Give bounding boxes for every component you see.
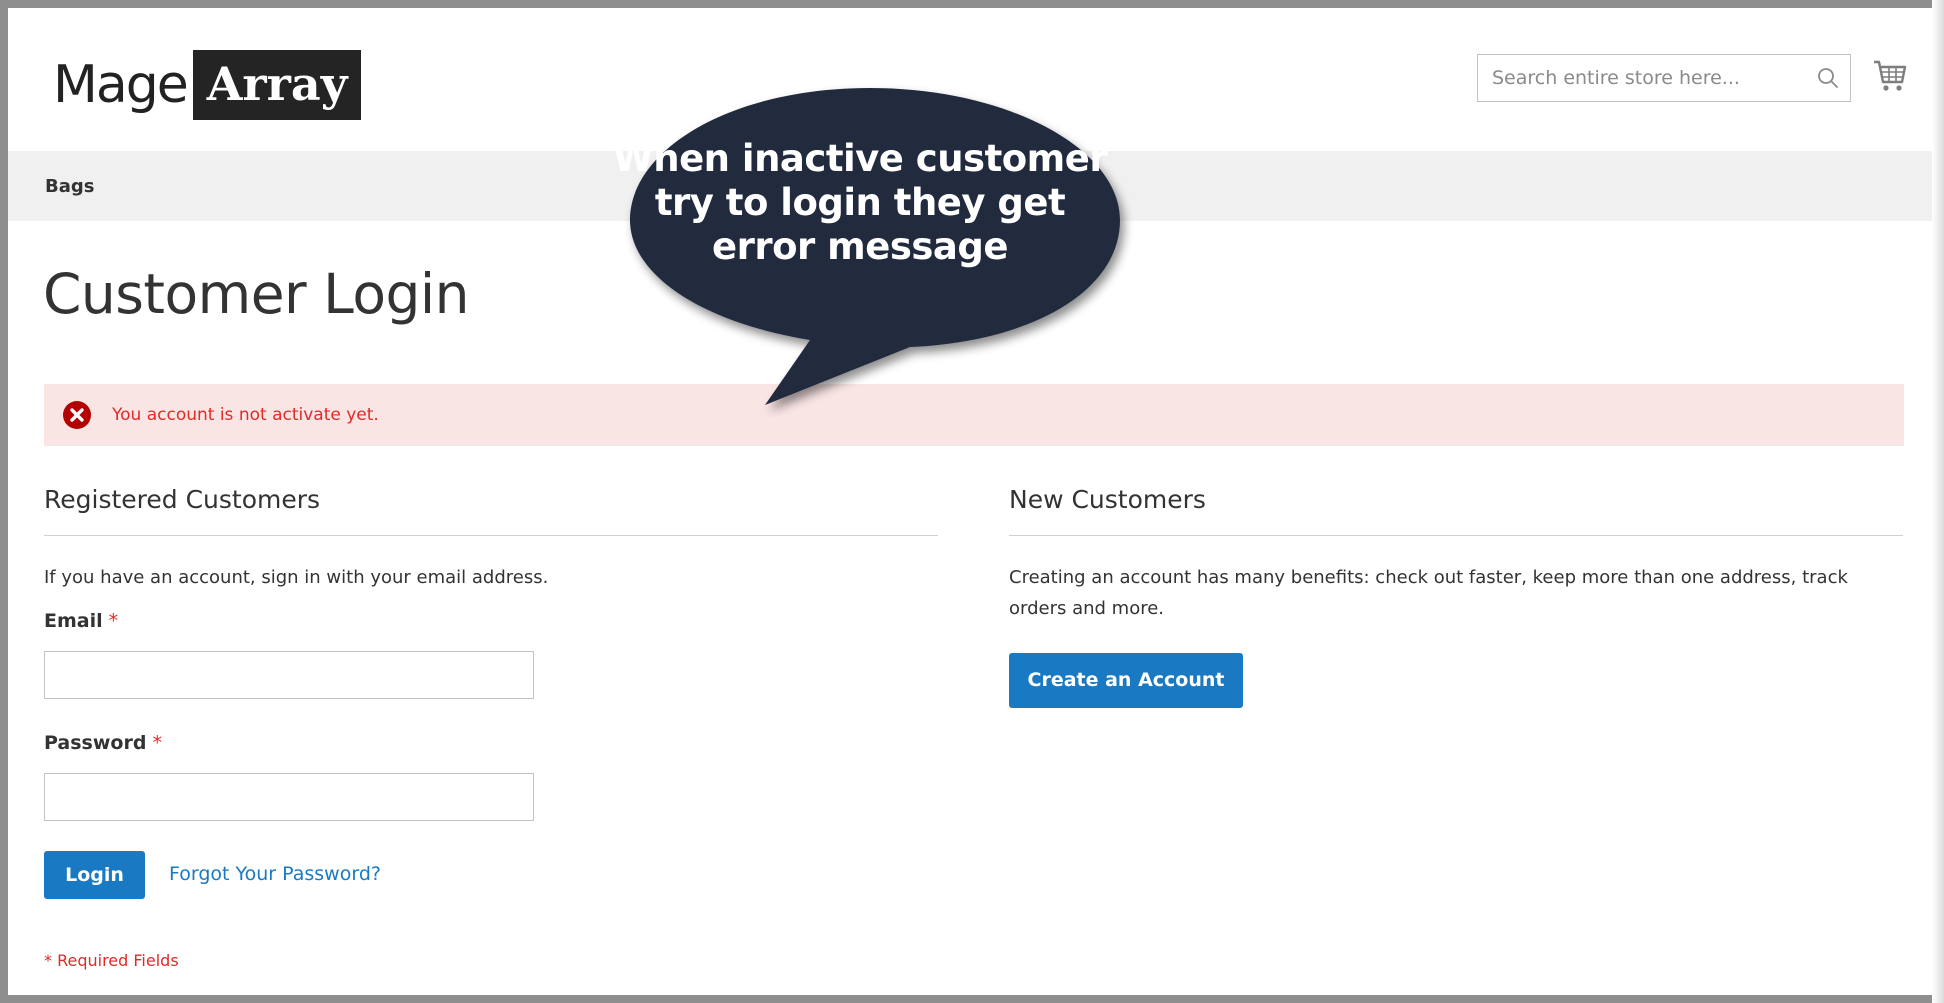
breadcrumb-item-current: Bags — [45, 176, 95, 197]
callout-line-3: error message — [712, 225, 1008, 268]
page-frame: Mage Array Bags Customer Login — [0, 0, 1944, 1003]
login-button[interactable]: Login — [44, 851, 145, 899]
logo-text-mage: Mage — [53, 55, 189, 115]
password-required-marker: * — [152, 732, 162, 754]
registered-customers-title: Registered Customers — [44, 480, 938, 536]
new-customers-title: New Customers — [1009, 480, 1903, 536]
password-label-text: Password — [44, 732, 147, 754]
create-account-button[interactable]: Create an Account — [1009, 653, 1243, 708]
email-required-marker: * — [108, 610, 119, 632]
email-label-text: Email — [44, 610, 103, 632]
error-icon — [62, 400, 92, 430]
callout-text: When inactive customer try to login they… — [600, 137, 1120, 269]
cart-icon[interactable] — [1872, 58, 1908, 96]
store-logo[interactable]: Mage Array — [53, 50, 362, 120]
forgot-password-link[interactable]: Forgot Your Password? — [169, 863, 381, 885]
search-icon[interactable] — [1806, 56, 1850, 100]
registered-customers-intro: If you have an account, sign in with you… — [44, 567, 549, 588]
error-text: You account is not activate yet. — [112, 405, 379, 425]
registered-customers-block: Registered Customers If you have an acco… — [44, 480, 938, 981]
search-input[interactable] — [1478, 56, 1806, 100]
required-fields-note: * Required Fields — [44, 951, 179, 970]
new-customers-intro: Creating an account has many benefits: c… — [1009, 567, 1848, 619]
email-field[interactable] — [44, 651, 534, 699]
breadcrumb: Bags — [45, 176, 94, 197]
callout-line-2: try to login they get — [654, 181, 1066, 224]
new-customers-block: New Customers Creating an account has ma… — [1009, 480, 1903, 708]
callout-line-1: When inactive customer — [612, 137, 1108, 180]
search-box — [1477, 54, 1851, 102]
email-label: Email * — [44, 610, 938, 632]
login-actions: Login Forgot Your Password? — [44, 851, 938, 901]
password-field[interactable] — [44, 773, 534, 821]
password-label: Password * — [44, 732, 938, 754]
logo-text-array: Array — [192, 50, 362, 120]
page-title: Customer Login — [43, 262, 470, 326]
required-note-row: * Required Fields — [44, 951, 938, 981]
